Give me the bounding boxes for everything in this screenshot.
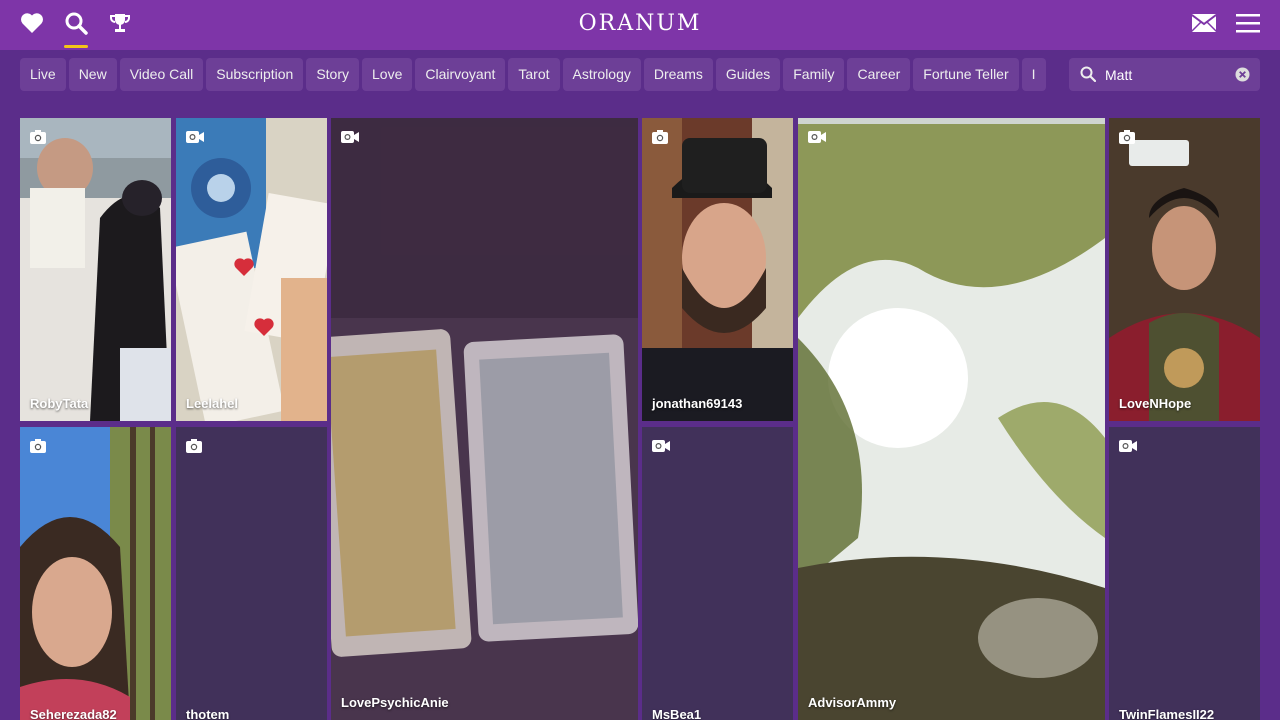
video-camera-icon bbox=[341, 130, 359, 148]
video-camera-icon bbox=[1119, 439, 1137, 457]
advisor-name: MsBea1 bbox=[652, 707, 702, 720]
advisor-card[interactable]: TwinFlamesII22 bbox=[1109, 427, 1260, 720]
advisor-card[interactable]: MsBea1 bbox=[642, 427, 793, 720]
advisor-card[interactable]: RobyTata bbox=[20, 118, 171, 421]
advisor-photo bbox=[1109, 118, 1260, 421]
advisor-photo bbox=[20, 118, 171, 421]
search-icon bbox=[1080, 66, 1097, 87]
advisor-photo bbox=[176, 118, 327, 421]
filter-chip-tarot[interactable]: Tarot bbox=[508, 58, 560, 91]
search-input[interactable] bbox=[1105, 58, 1225, 91]
filter-chip-video-call[interactable]: Video Call bbox=[119, 58, 204, 91]
camera-icon bbox=[30, 130, 46, 149]
filter-chip-clairvoyant[interactable]: Clairvoyant bbox=[415, 58, 506, 91]
menu-icon bbox=[1236, 13, 1260, 38]
filter-bar: Live New Video Call Subscription Story Love Cl… bbox=[0, 50, 1280, 100]
filter-chip-i[interactable]: I bbox=[1021, 58, 1046, 91]
advisor-name: LoveNHope bbox=[1119, 396, 1192, 411]
filter-chip-subscription[interactable]: Subscription bbox=[206, 58, 304, 91]
filter-chip-dreams[interactable]: Dreams bbox=[643, 58, 713, 91]
advisor-card[interactable]: jonathan69143 bbox=[642, 118, 793, 421]
video-camera-icon bbox=[808, 130, 826, 148]
clear-search-icon[interactable] bbox=[1235, 67, 1250, 87]
active-tab-indicator bbox=[64, 45, 88, 48]
advisor-card[interactable]: AdvisorAmmy bbox=[798, 118, 1105, 720]
advisor-photo bbox=[798, 118, 1105, 720]
filter-chip-career[interactable]: Career bbox=[847, 58, 911, 91]
filter-chip-family[interactable]: Family bbox=[783, 58, 845, 91]
main-menu-button[interactable] bbox=[1226, 0, 1270, 50]
advisor-card[interactable]: thotem bbox=[176, 427, 327, 720]
top-bar: ORANUM bbox=[0, 0, 1280, 50]
advisor-photo bbox=[20, 427, 171, 720]
advisor-name: Leelahel bbox=[186, 396, 239, 411]
filter-chip-new[interactable]: New bbox=[68, 58, 117, 91]
filter-chip-astrology[interactable]: Astrology bbox=[562, 58, 641, 91]
advisor-photo bbox=[331, 118, 638, 720]
advisor-card[interactable]: LovePsychicAnie bbox=[331, 118, 638, 720]
filter-chip-fortune-teller[interactable]: Fortune Teller bbox=[913, 58, 1019, 91]
camera-icon bbox=[186, 439, 202, 458]
advisor-card[interactable]: Seherezada82 bbox=[20, 427, 171, 720]
advisor-name: thotem bbox=[186, 707, 230, 720]
advisor-name: LovePsychicAnie bbox=[341, 695, 449, 710]
filter-chip-guides[interactable]: Guides bbox=[715, 58, 781, 91]
camera-icon bbox=[30, 439, 46, 458]
advisor-photo bbox=[642, 118, 793, 421]
advisor-name: TwinFlamesII22 bbox=[1119, 707, 1215, 720]
oranum-logo[interactable]: ORANUM bbox=[0, 11, 1280, 36]
advisor-name: Seherezada82 bbox=[30, 707, 117, 720]
video-camera-icon bbox=[186, 130, 204, 148]
advisor-name: jonathan69143 bbox=[652, 396, 743, 411]
category-filter-list: Live New Video Call Subscription Story Love Cl… bbox=[20, 58, 1060, 91]
advisor-name: AdvisorAmmy bbox=[808, 695, 897, 710]
filter-chip-love[interactable]: Love bbox=[362, 58, 413, 91]
advisor-card[interactable]: Leelahel bbox=[176, 118, 327, 421]
advisor-grid: RobyTata Leelahel LovePsychicAnie jonath… bbox=[20, 118, 1260, 720]
camera-icon bbox=[1119, 130, 1135, 149]
mail-icon bbox=[1191, 13, 1217, 37]
camera-icon bbox=[652, 130, 668, 149]
filter-chip-story[interactable]: Story bbox=[306, 58, 359, 91]
filter-chip-live[interactable]: Live bbox=[20, 58, 66, 91]
messages-button[interactable] bbox=[1182, 0, 1226, 50]
search-box[interactable] bbox=[1069, 58, 1260, 91]
video-camera-icon bbox=[652, 439, 670, 457]
advisor-card[interactable]: LoveNHope bbox=[1109, 118, 1260, 421]
advisor-name: RobyTata bbox=[30, 396, 89, 411]
